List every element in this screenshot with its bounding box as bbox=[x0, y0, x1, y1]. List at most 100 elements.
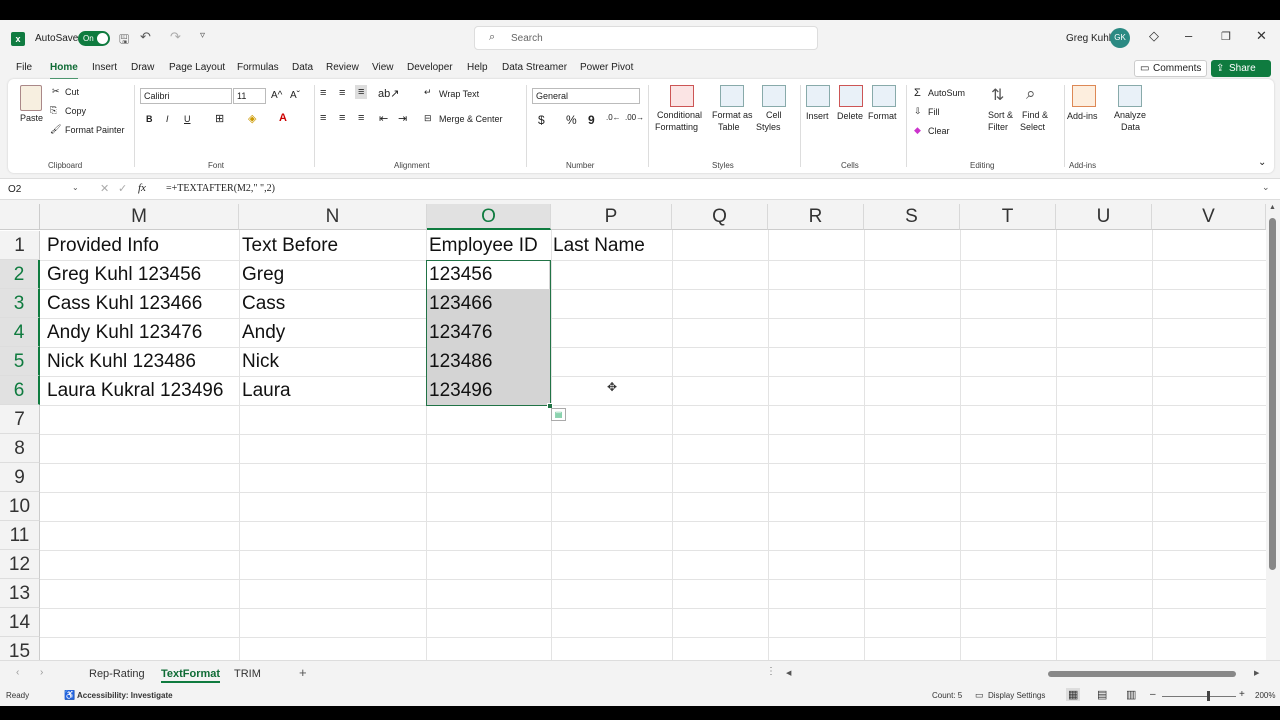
row-header-14[interactable]: 14 bbox=[0, 608, 40, 637]
column-header-P[interactable]: P bbox=[551, 204, 672, 230]
conditional-formatting-icon[interactable] bbox=[670, 85, 694, 107]
save-icon[interactable]: 🖫 bbox=[119, 30, 129, 51]
avatar[interactable]: GK bbox=[1110, 28, 1130, 48]
row-header-6[interactable]: 6 bbox=[0, 376, 40, 405]
format-cells-icon[interactable] bbox=[872, 85, 896, 107]
cell-styles-label-2[interactable]: Styles bbox=[756, 122, 781, 132]
grow-font-button[interactable]: A^ bbox=[271, 90, 282, 101]
row-header-5[interactable]: 5 bbox=[0, 347, 40, 376]
tab-data-streamer[interactable]: Data Streamer bbox=[502, 62, 567, 73]
find-select-label-2[interactable]: Select bbox=[1020, 122, 1045, 132]
comma-button[interactable]: 9 bbox=[588, 113, 595, 127]
page-break-view-icon[interactable]: ▥ bbox=[1126, 688, 1136, 701]
copy-icon[interactable]: ⎘ bbox=[50, 105, 57, 116]
scroll-left-icon[interactable]: ◀ bbox=[786, 669, 791, 677]
insert-cells-icon[interactable] bbox=[806, 85, 830, 107]
merge-icon[interactable]: ⊟ bbox=[424, 113, 432, 124]
orientation-icon[interactable]: ab↗ bbox=[378, 87, 399, 100]
row-header-7[interactable]: 7 bbox=[0, 405, 40, 434]
column-header-M[interactable]: M bbox=[40, 204, 239, 230]
cut-button[interactable]: Cut bbox=[65, 87, 79, 97]
increase-indent-icon[interactable]: ⇥ bbox=[398, 112, 407, 125]
cell-M2[interactable]: Greg Kuhl 123456 bbox=[40, 264, 201, 286]
delete-cells-button[interactable]: Delete bbox=[837, 111, 863, 121]
decrease-indent-icon[interactable]: ⇤ bbox=[379, 112, 388, 125]
merge-center-button[interactable]: Merge & Center bbox=[439, 114, 503, 124]
fill-button[interactable]: Fill bbox=[928, 107, 940, 117]
cell-N3[interactable]: Cass bbox=[235, 293, 285, 315]
tab-developer[interactable]: Developer bbox=[407, 62, 453, 73]
formula-input[interactable]: =+TEXTAFTER(M2," ",2) bbox=[166, 183, 275, 194]
find-select-label-1[interactable]: Find & bbox=[1022, 110, 1048, 120]
insert-cells-button[interactable]: Insert bbox=[806, 111, 829, 121]
sort-filter-label-1[interactable]: Sort & bbox=[988, 110, 1013, 120]
autosum-button[interactable]: AutoSum bbox=[928, 88, 965, 98]
analyze-data-label-2[interactable]: Data bbox=[1121, 122, 1140, 132]
font-name-select[interactable]: Calibri bbox=[140, 88, 232, 104]
row-header-8[interactable]: 8 bbox=[0, 434, 40, 463]
column-header-S[interactable]: S bbox=[864, 204, 960, 230]
minimize-button[interactable]: – bbox=[1185, 28, 1192, 43]
cell-N5[interactable]: Nick bbox=[235, 351, 279, 373]
cell-N1[interactable]: Text Before bbox=[235, 235, 338, 257]
row-header-2[interactable]: 2 bbox=[0, 260, 40, 289]
tab-insert[interactable]: Insert bbox=[92, 62, 117, 73]
share-button[interactable]: ⇪ Share bbox=[1211, 60, 1271, 77]
display-settings-button[interactable]: Display Settings bbox=[988, 691, 1045, 700]
tab-home[interactable]: Home bbox=[50, 62, 78, 80]
insert-function-button[interactable]: fx bbox=[138, 182, 146, 194]
cell-M1[interactable]: Provided Info bbox=[40, 235, 159, 257]
align-bottom-icon[interactable]: ≡ bbox=[355, 85, 368, 99]
column-header-T[interactable]: T bbox=[960, 204, 1056, 230]
analyze-data-label-1[interactable]: Analyze bbox=[1114, 110, 1146, 120]
sheet-tab-rep-rating[interactable]: Rep-Rating bbox=[89, 668, 145, 680]
currency-button[interactable]: $ bbox=[538, 113, 545, 127]
bold-button[interactable]: B bbox=[146, 114, 153, 124]
column-header-Q[interactable]: Q bbox=[672, 204, 768, 230]
align-middle-icon[interactable]: ≡ bbox=[339, 87, 345, 99]
next-sheet-icon[interactable]: › bbox=[40, 667, 43, 678]
column-header-U[interactable]: U bbox=[1056, 204, 1152, 230]
tab-data[interactable]: Data bbox=[292, 62, 313, 73]
cell-M4[interactable]: Andy Kuhl 123476 bbox=[40, 322, 202, 344]
format-painter-icon[interactable]: 🖌 bbox=[50, 124, 61, 135]
format-painter-button[interactable]: Format Painter bbox=[65, 125, 125, 135]
cell-N4[interactable]: Andy bbox=[235, 322, 285, 344]
accessibility-icon[interactable]: ♿ bbox=[64, 690, 75, 701]
tab-help[interactable]: Help bbox=[467, 62, 488, 73]
cell-O6[interactable]: 123496 bbox=[422, 380, 492, 402]
diamond-icon[interactable]: ◇ bbox=[1149, 28, 1159, 44]
cell-M6[interactable]: Laura Kukral 123496 bbox=[40, 380, 223, 402]
tab-page-layout[interactable]: Page Layout bbox=[169, 62, 225, 73]
tab-file[interactable]: File bbox=[16, 62, 32, 73]
select-all-corner[interactable] bbox=[0, 204, 40, 230]
collapse-ribbon-icon[interactable]: ⌄ bbox=[1258, 157, 1266, 168]
zoom-slider[interactable] bbox=[1162, 696, 1236, 697]
cell-O4[interactable]: 123476 bbox=[422, 322, 492, 344]
quick-analysis-icon[interactable]: ▤ bbox=[551, 408, 566, 421]
cell-O1[interactable]: Employee ID bbox=[422, 235, 538, 257]
tab-view[interactable]: View bbox=[372, 62, 394, 73]
align-right-icon[interactable]: ≡ bbox=[358, 112, 364, 124]
cell-O3[interactable]: 123466 bbox=[422, 293, 492, 315]
conditional-formatting-label-2[interactable]: Formatting bbox=[655, 122, 698, 132]
decrease-decimal-icon[interactable]: .00→ bbox=[625, 113, 644, 122]
cut-icon[interactable]: ✂ bbox=[52, 86, 60, 97]
analyze-data-icon[interactable] bbox=[1118, 85, 1142, 107]
cell-styles-icon[interactable] bbox=[762, 85, 786, 107]
zoom-out-icon[interactable]: – bbox=[1150, 689, 1156, 700]
tab-review[interactable]: Review bbox=[326, 62, 359, 73]
clear-icon[interactable]: ◆ bbox=[914, 125, 921, 136]
add-ins-button[interactable]: Add-ins bbox=[1067, 111, 1098, 121]
vertical-scroll-thumb[interactable] bbox=[1269, 218, 1276, 570]
zoom-slider-thumb[interactable] bbox=[1207, 691, 1210, 701]
fill-icon[interactable]: ⇩ bbox=[914, 106, 922, 117]
scroll-up-icon[interactable]: ▲ bbox=[1269, 204, 1276, 211]
column-header-R[interactable]: R bbox=[768, 204, 864, 230]
add-ins-icon[interactable] bbox=[1072, 85, 1096, 107]
format-as-table-label-2[interactable]: Table bbox=[718, 122, 740, 132]
redo-icon[interactable]: ↷ bbox=[170, 29, 181, 45]
borders-icon[interactable]: ⊞ bbox=[215, 112, 224, 125]
font-size-select[interactable]: 11 bbox=[233, 88, 266, 104]
restore-button[interactable]: ❐ bbox=[1221, 30, 1231, 43]
